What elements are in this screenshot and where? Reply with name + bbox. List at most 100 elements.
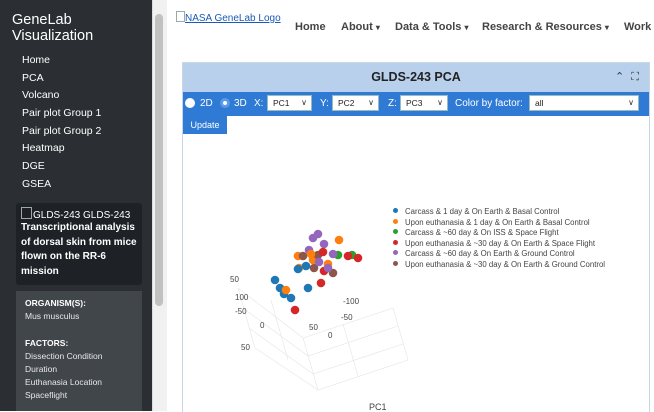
chevron-down-icon: ∨: [437, 98, 443, 107]
sidebar-nav: Home PCA Volcano Pair plot Group 1 Pair …: [22, 52, 101, 194]
data-point[interactable]: [303, 283, 313, 293]
data-point[interactable]: [313, 229, 323, 239]
broken-image-icon: [176, 11, 185, 22]
data-point[interactable]: [270, 275, 280, 285]
tick-label: 100: [235, 293, 249, 302]
update-button[interactable]: Update: [183, 116, 227, 134]
color-by-label: Color by factor:: [455, 98, 523, 109]
nav-label: Data & Tools: [395, 21, 462, 33]
app-title: GeneLab Visualization: [12, 12, 94, 44]
legend-label: Carcass & 1 day & On Earth & Basal Contr…: [405, 207, 560, 216]
data-point[interactable]: [319, 239, 329, 249]
data-point[interactable]: [306, 249, 316, 259]
data-point[interactable]: [281, 285, 291, 295]
data-point[interactable]: [353, 253, 363, 263]
x-axis-label: X:: [254, 98, 264, 109]
panel-header-icons: ⌃ ⛶: [615, 70, 639, 84]
sidebar-item-volcano[interactable]: Volcano: [22, 87, 101, 105]
legend-label: Carcass & ~60 day & On ISS & Space Fligh…: [405, 228, 559, 237]
caret-down-icon: ▾: [464, 23, 469, 32]
legend-dot: [393, 208, 398, 213]
legend-item[interactable]: Carcass & ~60 day & On Earth & Ground Co…: [393, 249, 605, 260]
radio-3d[interactable]: [220, 98, 230, 108]
sidebar-item-pair-plot-2[interactable]: Pair plot Group 2: [22, 123, 101, 141]
legend-label: Upon euthanasia & 1 day & On Earth & Bas…: [405, 217, 590, 227]
radio-3d-label: 3D: [234, 98, 247, 109]
data-point[interactable]: [316, 278, 326, 288]
nav-label: Work: [624, 21, 652, 33]
data-point[interactable]: [343, 251, 353, 261]
legend-item[interactable]: Upon euthanasia & 1 day & On Earth & Bas…: [393, 218, 605, 229]
panel-header: GLDS-243 PCA ⌃ ⛶: [183, 63, 649, 92]
chevron-down-icon: ∨: [301, 98, 307, 107]
y-axis-value: PC2: [338, 98, 355, 108]
legend-item[interactable]: Upon euthanasia & ~30 day & On Earth & S…: [393, 239, 605, 250]
y-axis-label: Y:: [320, 98, 329, 109]
panel-title: GLDS-243 PCA: [371, 70, 461, 84]
legend-item[interactable]: Carcass & 1 day & On Earth & Basal Contr…: [393, 207, 605, 218]
legend-dot: [393, 250, 398, 255]
collapse-icon[interactable]: ⌃: [615, 71, 624, 83]
data-point[interactable]: [293, 264, 303, 274]
data-point[interactable]: [314, 257, 324, 267]
tick-label: 50: [230, 275, 239, 284]
nav-home[interactable]: Home: [295, 21, 326, 33]
sidebar-item-dge[interactable]: DGE: [22, 158, 101, 176]
nav-data-tools[interactable]: Data & Tools ▾: [395, 21, 469, 33]
factor-item: Duration: [25, 364, 58, 374]
factors-heading: FACTORS:: [25, 338, 69, 348]
legend-label: Upon euthanasia & ~30 day & On Earth & S…: [405, 238, 596, 248]
z-axis-label: Z:: [388, 98, 397, 109]
nav-label: About: [341, 21, 373, 33]
tick-label: 0: [260, 321, 265, 330]
sidebar-item-home[interactable]: Home: [22, 52, 101, 70]
sidebar: GeneLab Visualization Home PCA Volcano P…: [0, 0, 152, 411]
tick-label: -50: [341, 313, 353, 322]
nav-about[interactable]: About ▾: [341, 21, 380, 33]
nasa-genelab-logo[interactable]: NASA GeneLab Logo: [176, 11, 281, 24]
dataset-description: Transcriptional analysis of dorsal skin …: [21, 222, 137, 277]
sidebar-item-gsea[interactable]: GSEA: [22, 176, 101, 194]
y-axis-select[interactable]: PC2 ∨: [332, 95, 379, 111]
z-axis-select[interactable]: PC3 ∨: [400, 95, 448, 111]
z-axis-value: PC3: [406, 98, 423, 108]
dataset-card: GLDS-243 GLDS-243 Transcriptional analys…: [16, 203, 142, 285]
x-axis-select[interactable]: PC1 ∨: [267, 95, 312, 111]
scrollbar-thumb[interactable]: [155, 14, 163, 306]
fullscreen-icon[interactable]: ⛶: [631, 71, 639, 83]
caret-down-icon: ▾: [604, 23, 609, 32]
legend-dot: [393, 239, 398, 245]
data-point[interactable]: [286, 293, 296, 303]
legend-item[interactable]: Upon euthanasia & ~30 day & On Earth & G…: [393, 260, 605, 271]
legend-label: Upon euthanasia & ~30 day & On Earth & G…: [405, 259, 606, 269]
plot-controls: 2D 3D X: PC1 ∨ Y: PC2 ∨ Z: PC3 ∨ Color by f…: [183, 92, 649, 116]
data-point[interactable]: [318, 247, 328, 257]
data-point[interactable]: [290, 305, 300, 315]
organism-heading: ORGANISM(S):: [25, 298, 86, 308]
sidebar-item-heatmap[interactable]: Heatmap: [22, 140, 101, 158]
nav-work[interactable]: Work: [624, 21, 651, 33]
chevron-down-icon: ∨: [368, 98, 374, 107]
color-by-select[interactable]: all ∨: [529, 95, 639, 111]
pca-3d-plot[interactable]: 50100-50050-100-50050 PC1: [183, 138, 649, 412]
organism-value: Mus musculus: [25, 311, 80, 321]
legend-item[interactable]: Carcass & ~60 day & On ISS & Space Fligh…: [393, 228, 605, 239]
dataset-id: GLDS-243 GLDS-243: [33, 210, 131, 221]
data-point[interactable]: [334, 235, 344, 245]
data-point[interactable]: [323, 263, 333, 273]
legend-dot: [393, 218, 398, 224]
sidebar-item-pca[interactable]: PCA: [22, 70, 101, 88]
radio-2d[interactable]: [185, 98, 195, 108]
x-axis-value: PC1: [273, 98, 290, 108]
caret-down-icon: ▾: [375, 23, 380, 32]
nav-research-resources[interactable]: Research & Resources ▾: [482, 21, 609, 33]
tick-label: 50: [241, 343, 250, 352]
tick-label: -50: [235, 307, 247, 316]
data-point[interactable]: [298, 251, 308, 261]
broken-image-icon: [21, 207, 32, 219]
factor-item: Dissection Condition: [25, 351, 103, 361]
plot-legend: Carcass & 1 day & On Earth & Basal Contr…: [393, 207, 605, 270]
data-point[interactable]: [301, 261, 311, 271]
sidebar-item-pair-plot-1[interactable]: Pair plot Group 1: [22, 105, 101, 123]
data-point[interactable]: [328, 249, 338, 259]
